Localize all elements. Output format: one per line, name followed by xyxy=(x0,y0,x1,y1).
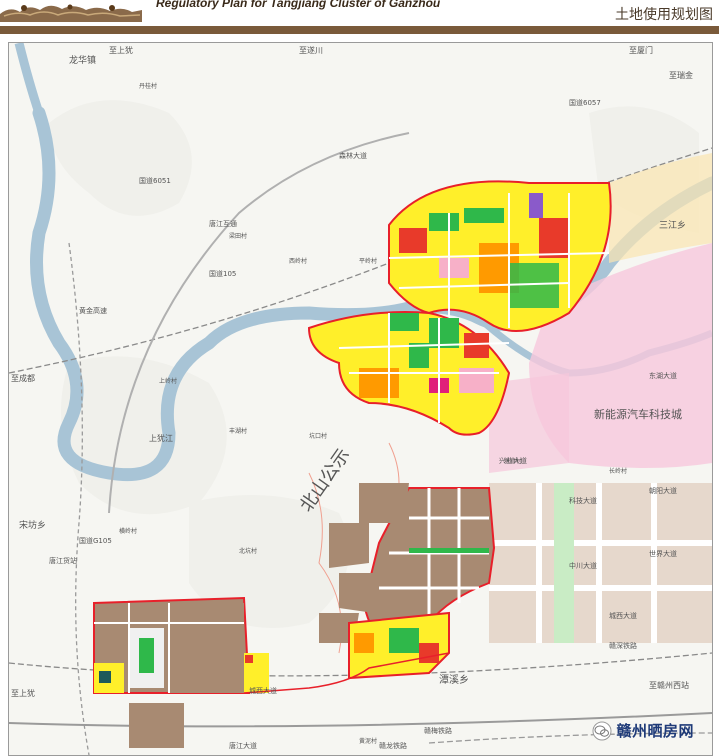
label-road-keji: 科技大道 xyxy=(569,496,597,505)
label-road-senlin: 森林大道 xyxy=(339,151,367,160)
label-village-4: 平岭村 xyxy=(359,257,377,265)
label-village-10: 塘背村 xyxy=(504,457,522,465)
label-village-12: 坑口村 xyxy=(309,432,327,440)
label-road-ganmei: 赣梅铁路 xyxy=(424,726,452,735)
label-sanjiang: 三江乡 xyxy=(659,220,686,231)
label-village-2: 梁田村 xyxy=(229,232,247,240)
south-center-cluster[interactable] xyxy=(348,611,450,680)
bottom-industrial-block[interactable] xyxy=(129,703,184,748)
label-tangjiang-interchange: 唐江互通 xyxy=(209,219,237,228)
label-road-zhongchuan: 中川大道 xyxy=(569,561,597,570)
label-road-g105-2: 国道G105 xyxy=(79,536,112,545)
label-village-3: 西岭村 xyxy=(289,257,307,265)
wechat-icon xyxy=(592,721,612,740)
header-logo xyxy=(0,4,142,22)
tributary-river xyxy=(14,43,44,115)
label-village-6: 丰湖村 xyxy=(229,427,247,435)
label-road-chao: 朝阳大道 xyxy=(649,486,677,495)
southwest-cluster[interactable] xyxy=(93,596,269,694)
label-zhi-ganzhou-west: 至赣州西站 xyxy=(649,680,689,690)
label-road-huangjin: 黄金高速 xyxy=(79,306,107,315)
label-village-8: 横岭村 xyxy=(119,527,137,535)
label-road-chenxi: 城西大道 xyxy=(249,686,277,695)
watermark-text: 赣州晒房网 xyxy=(616,722,694,740)
label-tanxi: 潭溪乡 xyxy=(439,674,469,686)
label-village-9: 长岭村 xyxy=(609,467,627,475)
label-village-1: 丹桂村 xyxy=(139,82,157,90)
label-zhishang-you-bottom: 至上犹 xyxy=(11,688,35,698)
label-beishan: 北山公示 xyxy=(296,445,354,516)
label-zhi-suichuan: 至遂川 xyxy=(299,45,323,55)
label-road-new-rail: 赣深铁路 xyxy=(609,641,637,650)
label-tangjiang-station: 唐江货站 xyxy=(49,556,77,565)
label-village-7: 北坑村 xyxy=(239,547,257,555)
label-road-tangjiang: 唐江大道 xyxy=(229,741,257,750)
label-shangjiang: 上犹江 xyxy=(149,433,173,443)
label-zhi-xiamen: 至厦门 xyxy=(629,45,653,55)
map-frame: 龙华镇 至上犹 至厦门 至瑞金 至遂川 三江乡 至成都 宋坊乡 唐江货站 新能源… xyxy=(8,42,713,756)
watermark: 赣州晒房网 xyxy=(592,720,694,741)
label-zhishang-you: 至上犹 xyxy=(109,45,133,55)
page-header: Regulatory Plan for Tangjiang Cluster of… xyxy=(0,0,719,26)
label-zhi-ruijin: 至瑞金 xyxy=(669,70,693,80)
label-zhi-chengzhen: 至成都 xyxy=(11,373,35,383)
label-road-dongxiang: 东湖大道 xyxy=(649,371,677,380)
middle-cluster[interactable] xyxy=(307,311,511,436)
label-road-shijie: 世界大道 xyxy=(649,549,677,558)
label-village-5: 上岭村 xyxy=(159,377,177,385)
label-new-energy: 新能源汽车科技城 xyxy=(594,407,682,421)
label-longhua: 龙华镇 xyxy=(69,54,96,66)
label-road-g6051: 国道6051 xyxy=(139,176,171,185)
land-use-map[interactable]: 龙华镇 至上犹 至厦门 至瑞金 至遂川 三江乡 至成都 宋坊乡 唐江货站 新能源… xyxy=(9,43,712,755)
label-road-g105: 国道105 xyxy=(209,269,236,278)
header-title-en: Regulatory Plan for Tangjiang Cluster of… xyxy=(156,0,441,10)
right-industrial-grid xyxy=(489,483,712,643)
label-songfang: 宋坊乡 xyxy=(19,519,46,531)
header-title-cn: 土地使用规划图 xyxy=(615,7,713,23)
label-village-11: 黄泥村 xyxy=(359,737,377,745)
label-road-chengxi-huojie: 城西大道 xyxy=(609,611,637,620)
label-road-gande: 赣龙铁路 xyxy=(379,741,407,750)
label-road-g6057: 国道6057 xyxy=(569,98,601,107)
header-band xyxy=(0,26,719,34)
